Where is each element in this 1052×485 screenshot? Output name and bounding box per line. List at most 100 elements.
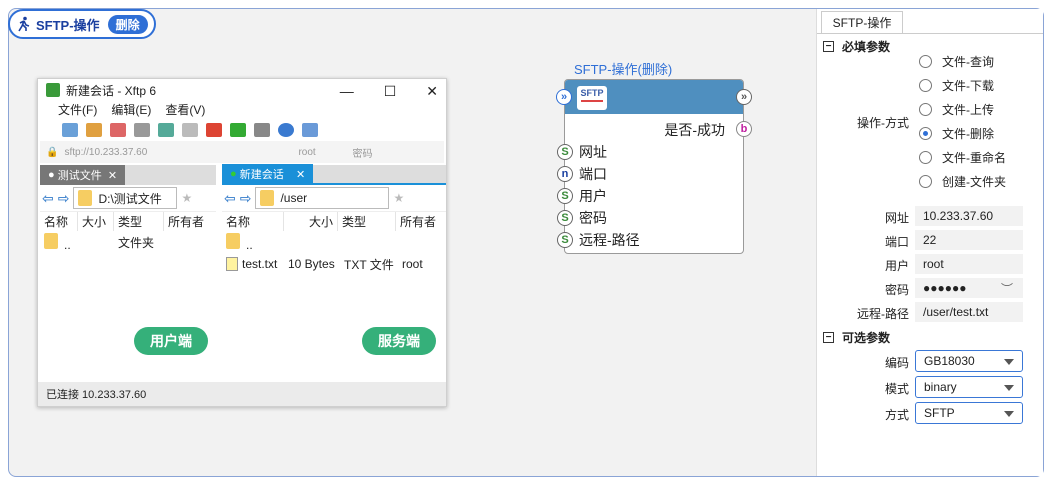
input-password[interactable]: S 密码 <box>557 208 607 228</box>
sync-icon <box>158 123 174 137</box>
input-url[interactable]: S 网址 <box>557 142 607 162</box>
minimize-icon: — <box>339 83 354 99</box>
address-pass: 密码 <box>352 148 373 160</box>
port-field[interactable]: 22 <box>915 230 1023 250</box>
password-label: 密码 <box>884 283 909 297</box>
chat-icon <box>302 123 318 137</box>
client-label: 用户端 <box>134 327 208 355</box>
input-port[interactable]: S <box>557 188 573 204</box>
gear-icon <box>254 123 270 137</box>
eye-off-icon[interactable]: ︶ <box>1001 280 1013 297</box>
address-text: sftp://10.233.37.60 <box>64 146 148 158</box>
workflow-title: SFTP-操作 <box>36 17 100 33</box>
mode-label: 模式 <box>884 382 909 396</box>
xshell-icon <box>206 123 222 137</box>
xftp-menubar: 文件(F) 编辑(E) 查看(V) <box>38 101 446 119</box>
forward-arrow-icon: ⇨ <box>57 189 70 206</box>
input-port[interactable]: n <box>557 166 573 182</box>
list-item: .. 文件夹 <box>40 231 216 253</box>
menu-file: 文件(F) <box>58 103 98 117</box>
action-badge: 删除 <box>107 14 148 34</box>
star-icon: ★ <box>393 191 405 205</box>
local-path: D:\测试文件 <box>73 187 178 209</box>
xftp-window-title: 新建会话 - Xftp 6 <box>66 83 157 98</box>
folder-icon <box>226 232 240 249</box>
back-arrow-icon: ⇦ <box>42 189 54 206</box>
local-columns: 名称 大小 类型 所有者 <box>40 211 216 231</box>
menu-edit: 编辑(E) <box>111 103 152 117</box>
user-field[interactable]: root <box>915 254 1023 274</box>
optional-section[interactable]: − 可选参数 <box>823 329 890 346</box>
address-bar: 🔒 sftp://10.233.37.60 root 密码 <box>40 141 444 163</box>
remote-path-field[interactable]: /user/test.txt <box>915 302 1023 322</box>
text-file-icon <box>226 257 238 272</box>
encoding-select[interactable]: GB18030 <box>915 350 1023 372</box>
remote-columns: 名称 大小 类型 所有者 <box>222 211 446 231</box>
address-user: root <box>298 146 316 158</box>
folder-icon <box>44 232 58 249</box>
status-bar: 已连接 10.233.37.60 <box>38 382 446 406</box>
input-port[interactable]: S <box>557 144 573 160</box>
method-select[interactable]: SFTP <box>915 402 1023 424</box>
remote-path-label: 远程-路径 <box>857 307 909 321</box>
url-field[interactable]: 10.233.37.60 <box>915 206 1023 226</box>
op-label: 操作-方式 <box>857 116 909 130</box>
input-port[interactable]: S <box>557 232 573 248</box>
collapse-icon[interactable]: − <box>823 41 834 52</box>
flow-out-port-icon[interactable]: » <box>736 89 752 105</box>
local-pane: ● 测试文件 ✕ ⇦ ⇨ D:\测试文件 ★ 名称 大小 类型 所有者 .. 文… <box>40 165 216 380</box>
output-port[interactable]: b <box>736 121 752 137</box>
remote-pane: ● 新建会话 ✕ ⇦ ⇨ /user ★ 名称 大小 类型 所有者 .. tes… <box>222 164 446 380</box>
link-icon <box>134 123 150 137</box>
server-label: 服务端 <box>362 327 436 355</box>
user-label: 用户 <box>884 259 909 273</box>
encoding-label: 编码 <box>884 356 909 370</box>
mode-select[interactable]: binary <box>915 376 1023 398</box>
radio-mkdir[interactable]: 创建-文件夹 <box>919 173 1006 190</box>
xftp-window: 新建会话 - Xftp 6 — ☐ ✕ 文件(F) 编辑(E) 查看(V) 🔒 … <box>37 78 447 407</box>
radio-delete[interactable]: 文件-删除 <box>919 125 994 142</box>
node-title: SFTP-操作(删除) <box>574 62 673 77</box>
forward-arrow-icon: ⇨ <box>239 189 252 206</box>
menu-view: 查看(V) <box>165 103 206 117</box>
maximize-icon: ☐ <box>383 83 397 99</box>
required-section[interactable]: − 必填参数 <box>823 38 890 55</box>
properties-panel: SFTP-操作 − 必填参数 操作-方式 文件-查询 文件-下载 文件-上传 文件… <box>816 9 1043 476</box>
output-label: 是否-成功 <box>664 122 725 138</box>
password-field[interactable]: ●●●●●● ︶ <box>915 278 1023 298</box>
help-icon <box>278 123 294 137</box>
port-label: 端口 <box>884 235 909 249</box>
folder-icon <box>260 190 275 206</box>
workflow-title-bar[interactable]: SFTP-操作 删除 <box>8 9 156 39</box>
input-port-number[interactable]: n 端口 <box>557 164 607 184</box>
method-label: 方式 <box>884 408 909 422</box>
sftp-icon: SFTP <box>577 86 607 110</box>
tab-remote: ● 新建会话 ✕ <box>222 164 314 184</box>
new-session-icon <box>62 123 78 137</box>
lock-icon: 🔒 <box>46 146 59 158</box>
collapse-icon[interactable]: − <box>823 332 834 343</box>
close-icon: ✕ <box>426 83 438 99</box>
transfer-icon <box>182 123 198 137</box>
folder-icon <box>78 190 93 206</box>
input-user[interactable]: S 用户 <box>557 186 607 206</box>
radio-upload[interactable]: 文件-上传 <box>919 101 994 118</box>
tab-sftp[interactable]: SFTP-操作 <box>821 11 903 33</box>
node-header[interactable]: SFTP » » <box>556 80 752 114</box>
sftp-node[interactable]: SFTP » » 是否-成功 b S 网址 n 端口 S 用户 S 密码 S 远程-路径 <box>556 79 752 254</box>
list-item: test.txt 10 Bytes TXT 文件 root <box>222 253 446 275</box>
radio-query[interactable]: 文件-查询 <box>919 53 994 70</box>
open-folder-icon <box>86 123 102 137</box>
url-label: 网址 <box>884 211 909 225</box>
radio-rename[interactable]: 文件-重命名 <box>919 149 1006 166</box>
input-port[interactable]: S <box>557 210 573 226</box>
radio-download[interactable]: 文件-下载 <box>919 77 994 94</box>
remote-path: /user <box>255 187 390 209</box>
xftp-app-icon <box>46 83 60 97</box>
xftp-toolbar <box>38 119 446 141</box>
disconnect-icon <box>110 123 126 137</box>
flow-in-port-icon[interactable]: » <box>556 89 572 105</box>
input-remote-path[interactable]: S 远程-路径 <box>557 230 640 250</box>
xftp-icon <box>230 123 246 137</box>
list-item: .. <box>222 231 446 253</box>
